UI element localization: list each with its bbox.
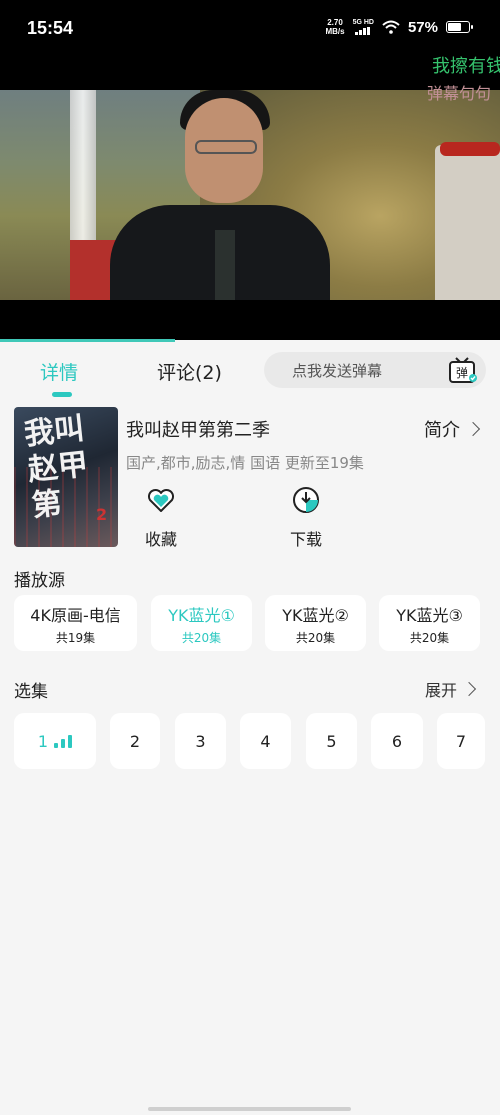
intro-link[interactable]: 简介 xyxy=(424,416,481,442)
sources-heading: 播放源 xyxy=(14,571,65,591)
episode-list: 1 2 3 4 5 6 7 xyxy=(14,713,500,769)
danmaku-comment: 弹幕句句 xyxy=(427,84,492,103)
episode-item-playing[interactable]: 1 xyxy=(14,713,96,769)
player-bottom-bar xyxy=(0,300,500,340)
danmaku-send-input[interactable]: 点我发送弹幕 弹 xyxy=(264,352,486,388)
favorite-button[interactable]: 收藏 xyxy=(131,485,191,550)
wifi-icon xyxy=(382,20,400,34)
network-speed: 2.70 MB/s xyxy=(325,18,345,36)
episode-item[interactable]: 7 xyxy=(437,713,485,769)
episode-item[interactable]: 4 xyxy=(240,713,291,769)
show-info: 我叫赵甲第 2 我叫赵甲第第二季 简介 国产,都市,励志,情 国语 更新至19集… xyxy=(14,407,486,550)
episode-item[interactable]: 2 xyxy=(110,713,160,769)
episode-item[interactable]: 6 xyxy=(371,713,423,769)
episode-item[interactable]: 5 xyxy=(306,713,357,769)
download-button[interactable]: 下载 xyxy=(276,485,336,550)
home-indicator[interactable] xyxy=(148,1107,351,1111)
status-time: 15:54 xyxy=(27,18,74,38)
episodes-heading: 选集 xyxy=(14,682,48,702)
status-bar: 15:54 2.70 MB/s 5G HD 57% 我擦有钱 xyxy=(0,0,500,90)
chevron-right-icon xyxy=(465,421,481,437)
heart-icon xyxy=(147,488,175,512)
download-icon xyxy=(293,487,319,513)
source-option[interactable]: YK蓝光③ 共20集 xyxy=(379,595,480,651)
source-list: 4K原画-电信 共19集 YK蓝光① 共20集 YK蓝光② 共20集 YK蓝光③… xyxy=(14,595,500,651)
status-indicators: 2.70 MB/s 5G HD 57% xyxy=(325,18,473,36)
show-title: 我叫赵甲第第二季 xyxy=(126,420,270,441)
battery-icon xyxy=(446,21,473,33)
tab-bar: 详情 评论(2) 点我发送弹幕 弹 xyxy=(0,342,500,398)
show-meta: 国产,都市,励志,情 国语 更新至19集 xyxy=(126,454,364,472)
tab-detail[interactable]: 详情 xyxy=(40,358,78,397)
tab-comments[interactable]: 评论(2) xyxy=(157,358,222,385)
source-option-selected[interactable]: YK蓝光① 共20集 xyxy=(151,595,252,651)
danmaku-placeholder: 点我发送弹幕 xyxy=(292,362,383,380)
svg-text:弹: 弹 xyxy=(456,366,468,380)
now-playing-icon xyxy=(54,734,73,748)
expand-episodes-button[interactable]: 展开 xyxy=(425,677,477,701)
episode-item[interactable]: 3 xyxy=(175,713,226,769)
video-player[interactable] xyxy=(0,90,500,300)
chevron-right-icon xyxy=(461,681,477,697)
source-option[interactable]: 4K原画-电信 共19集 xyxy=(14,595,137,651)
danmaku-comment: 我擦有钱 xyxy=(432,56,500,77)
battery-percentage: 57% xyxy=(407,18,438,36)
signal-icon: 5G HD xyxy=(353,19,374,35)
danmaku-toggle-icon[interactable]: 弹 xyxy=(448,356,478,384)
show-poster[interactable]: 我叫赵甲第 2 xyxy=(14,407,118,547)
active-tab-indicator xyxy=(52,392,72,397)
source-option[interactable]: YK蓝光② 共20集 xyxy=(265,595,366,651)
